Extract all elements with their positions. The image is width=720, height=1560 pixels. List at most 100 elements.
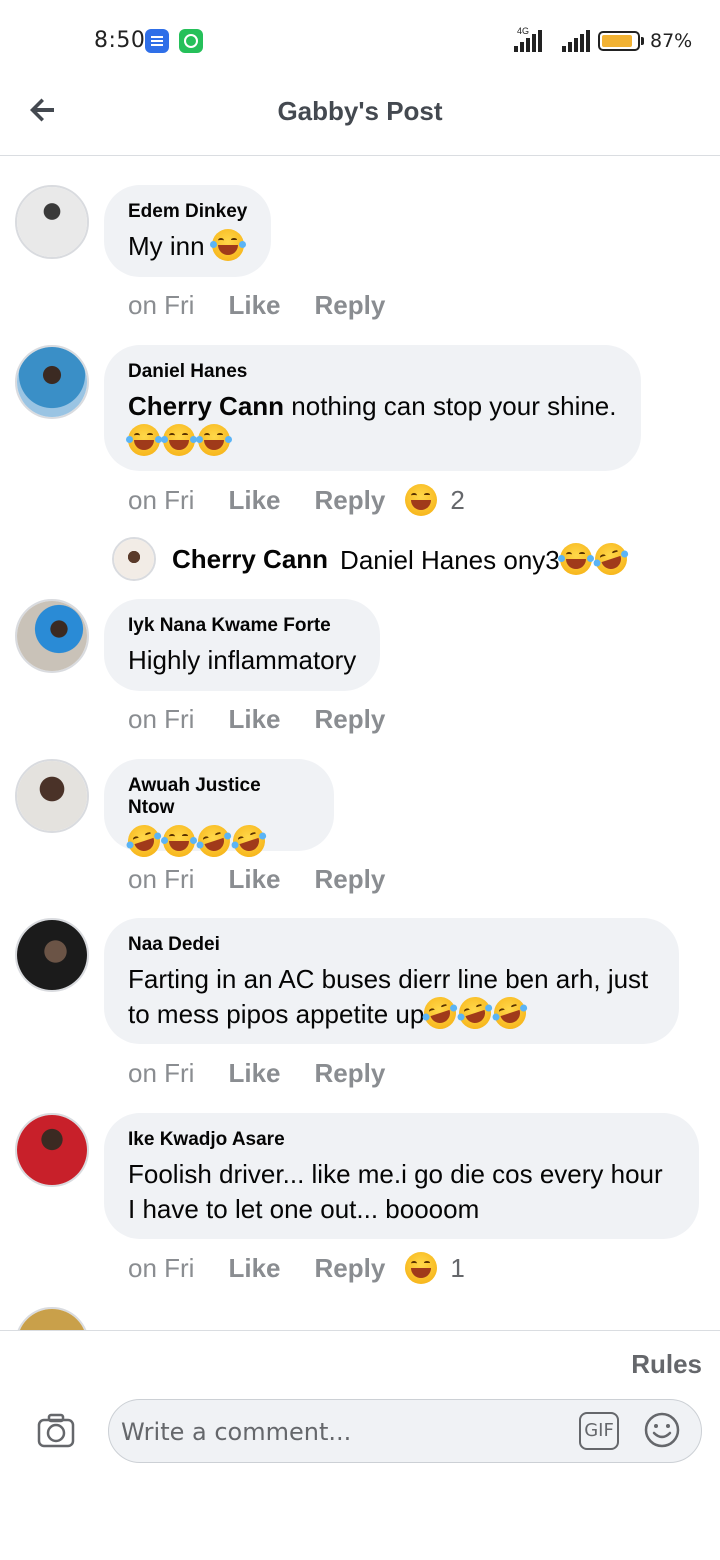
comment-time[interactable]: on Fri [128, 1253, 194, 1284]
like-button[interactable]: Like [228, 704, 280, 735]
comment-author[interactable]: Daniel Hanes [128, 361, 617, 383]
reaction-summary[interactable]: 1 [405, 1252, 465, 1284]
signal-icon [562, 30, 590, 52]
comment-input-box[interactable]: GIF [108, 1399, 702, 1463]
comment-text-content: Foolish driver... like me.i go die cos e… [128, 1159, 663, 1189]
comment-text-content: nothing can stop your shine. [284, 391, 617, 421]
comment-author[interactable]: Edem Dinkey [128, 201, 247, 223]
comment-list[interactable]: Edem Dinkey My inn on Fri Like Reply Dan… [0, 157, 720, 1330]
comment-bubble[interactable]: Iyk Nana Kwame Forte Highly inflammatory [104, 599, 381, 691]
rofl-emoji-icon [490, 992, 531, 1034]
comment-text: Highly inflammatory [128, 645, 357, 675]
reply-text: Daniel Hanes ony3 [340, 538, 631, 579]
reply-text-content: Daniel Hanes ony3 [340, 544, 560, 575]
rofl-emoji-icon [228, 820, 270, 862]
gif-button[interactable]: GIF [579, 1412, 619, 1450]
comment-composer: Rules GIF [0, 1330, 720, 1560]
mention-link[interactable]: Cherry Cann [128, 391, 284, 421]
comment-input[interactable] [121, 1410, 571, 1454]
comment-text-content: Farting in an AC buses dierr line ben ar… [128, 964, 649, 994]
comment-time[interactable]: on Fri [128, 485, 194, 516]
laughing-emoji-icon [161, 825, 195, 857]
emoji-button[interactable] [643, 1411, 681, 1449]
status-time: 8:50 [94, 28, 146, 53]
page-title: Gabby's Post [277, 96, 443, 126]
comment-text: My inn [128, 229, 247, 264]
comment-time[interactable]: on Fri [128, 864, 194, 895]
rofl-emoji-icon [420, 992, 461, 1034]
laughing-emoji-icon [209, 229, 244, 261]
reply-author[interactable]: Cherry Cann [172, 544, 328, 575]
avatar[interactable] [15, 1113, 89, 1187]
whatsapp-icon [179, 29, 203, 53]
comment-bubble[interactable]: Ike Kwadjo Asare Foolish driver... like … [104, 1113, 699, 1239]
avatar[interactable] [15, 759, 89, 833]
reaction-summary[interactable]: 2 [405, 484, 465, 516]
haha-reaction-icon [405, 484, 438, 516]
reply-button[interactable]: Reply [315, 290, 386, 321]
laughing-emoji-icon [557, 542, 592, 575]
like-button[interactable]: Like [228, 1253, 280, 1284]
comment-bubble[interactable]: Daniel Hanes Cherry Cann nothing can sto… [104, 345, 641, 471]
laughing-emoji-icon [126, 424, 160, 456]
avatar[interactable] [15, 599, 89, 673]
reaction-count: 1 [450, 1252, 465, 1283]
comment-time[interactable]: on Fri [128, 290, 194, 321]
post-header: Gabby's Post [0, 80, 720, 156]
comment-time[interactable]: on Fri [128, 1058, 194, 1089]
comment-actions: on Fri Like Reply [128, 287, 419, 323]
reply-preview[interactable]: Cherry Cann Daniel Hanes ony3 [112, 536, 631, 582]
comment-time[interactable]: on Fri [128, 704, 194, 735]
rules-link[interactable]: Rules [631, 1349, 702, 1380]
comment-author[interactable]: Ike Kwadjo Asare [128, 1129, 675, 1151]
signal-icon [514, 30, 542, 52]
comment-text: Cherry Cann nothing can stop your shine. [126, 389, 617, 459]
comment-text-content: I have to let one out... boooom [128, 1194, 480, 1224]
comment-author[interactable]: Iyk Nana Kwame Forte [128, 615, 356, 637]
haha-reaction-icon [405, 1252, 438, 1284]
avatar[interactable] [15, 345, 89, 419]
battery-percent: 87% [650, 30, 693, 52]
comment-text: Foolish driver... like me.i go die cos e… [128, 1157, 675, 1227]
comment-bubble[interactable]: Naa Dedei Farting in an AC buses dierr l… [104, 918, 679, 1044]
reply-button[interactable]: Reply [315, 704, 386, 735]
reaction-count: 2 [450, 484, 465, 515]
like-button[interactable]: Like [228, 1058, 280, 1089]
rofl-emoji-icon [455, 992, 496, 1034]
reply-button[interactable]: Reply [315, 864, 386, 895]
comment-text-content: to mess pipos appetite up [128, 999, 425, 1029]
like-button[interactable]: Like [228, 290, 280, 321]
camera-icon [37, 1413, 75, 1448]
comment-actions: on Fri Like Reply [128, 1055, 419, 1091]
reply-button[interactable]: Reply [315, 1253, 386, 1284]
laughing-emoji-icon [196, 424, 230, 456]
comment-bubble[interactable]: Edem Dinkey My inn [104, 185, 272, 277]
rofl-emoji-icon [123, 820, 165, 862]
comment-author[interactable]: Awuah Justice Ntow [128, 775, 310, 819]
status-bar: 8:50 4G 87% [0, 0, 720, 80]
comment-actions: on Fri Like Reply 1 [128, 1250, 465, 1286]
like-button[interactable]: Like [228, 485, 280, 516]
smiley-icon [644, 1412, 680, 1448]
comment-actions: on Fri Like Reply [128, 701, 419, 737]
laughing-emoji-icon [161, 424, 195, 456]
comment-actions: on Fri Like Reply [128, 861, 419, 897]
battery-tip [641, 37, 644, 45]
battery-icon [598, 31, 640, 51]
like-button[interactable]: Like [228, 864, 280, 895]
avatar[interactable] [15, 918, 89, 992]
comment-text-content: My inn [128, 231, 205, 261]
reply-button[interactable]: Reply [315, 1058, 386, 1089]
avatar[interactable] [15, 1307, 89, 1330]
comment-text [123, 820, 310, 862]
avatar[interactable] [15, 185, 89, 259]
comment-text: Farting in an AC buses dierr line ben ar… [128, 962, 655, 1034]
battery-level [602, 35, 632, 47]
comment-bubble[interactable]: Awuah Justice Ntow [104, 759, 334, 862]
rofl-emoji-icon [590, 538, 631, 579]
avatar [112, 537, 156, 581]
reply-button[interactable]: Reply [315, 485, 386, 516]
camera-button[interactable] [36, 1411, 76, 1451]
messages-icon [145, 29, 169, 53]
comment-author[interactable]: Naa Dedei [128, 934, 655, 956]
